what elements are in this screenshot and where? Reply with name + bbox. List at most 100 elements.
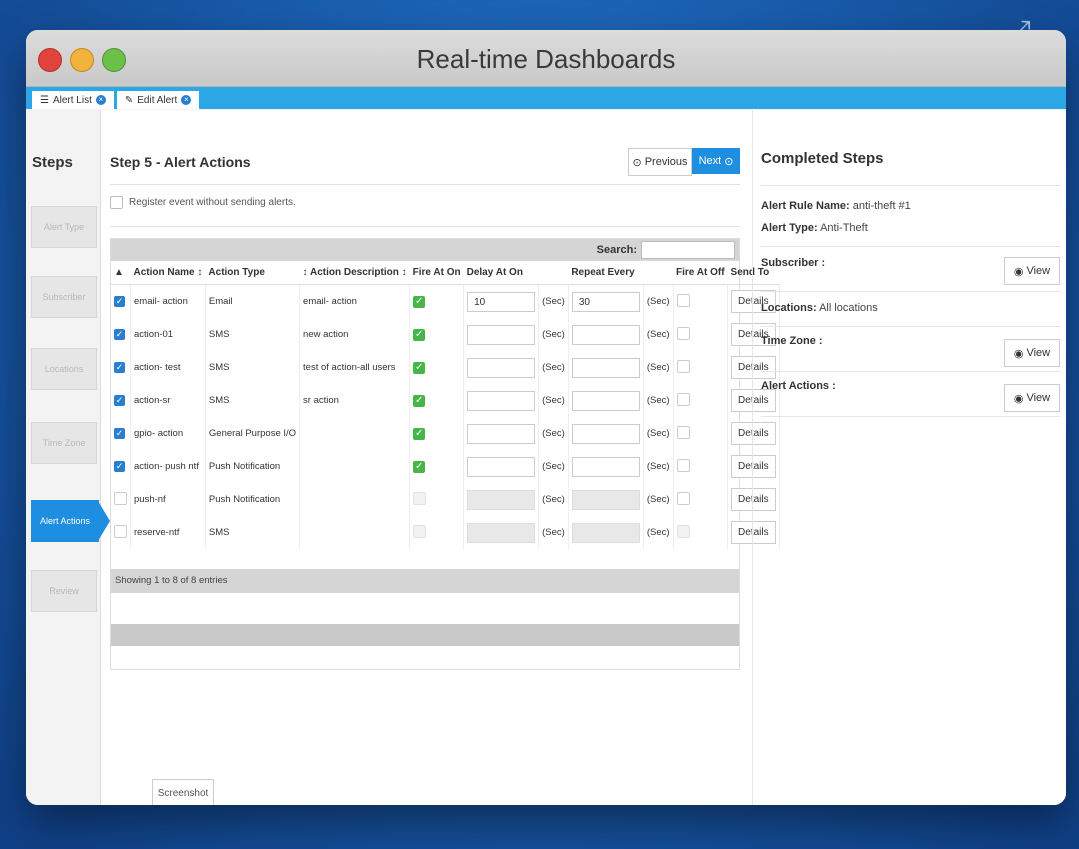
row-select-checkbox[interactable] (114, 491, 127, 505)
repeat-input[interactable] (571, 324, 640, 345)
row-select-checkbox[interactable] (114, 524, 127, 538)
delay-input[interactable] (467, 423, 536, 444)
fire-on-checkbox[interactable]: ✓ (413, 427, 426, 440)
repeat-input[interactable]: 30 (571, 291, 640, 312)
repeat-input[interactable] (571, 390, 640, 411)
sec-unit: (Sec) (538, 384, 569, 417)
main-panel: Step 5 - Alert Actions ⊙ Previous Next ⊙… (110, 110, 780, 805)
delay-input[interactable] (467, 456, 536, 477)
fire-off-checkbox[interactable] (676, 359, 690, 373)
tab-label: Edit Alert (137, 94, 178, 106)
table-footer-bar (111, 624, 739, 646)
register-option: Register event without sending alerts. (110, 196, 296, 209)
action-type: SMS (205, 516, 301, 549)
action-description (299, 483, 411, 516)
table-row: ✓ gpio- action General Purpose I/O ✓ (Sec) (S… (111, 417, 780, 450)
fire-off-checkbox[interactable] (676, 458, 690, 472)
row-select-checkbox[interactable]: ✓ (114, 296, 125, 307)
action-type: SMS (205, 351, 301, 384)
search-input[interactable] (641, 241, 735, 259)
fire-on-checkbox[interactable]: ✓ (413, 328, 426, 341)
delay-input[interactable] (467, 324, 536, 345)
action-type: Push Notification (205, 483, 301, 516)
tab-edit-alert[interactable]: ✎ Edit Alert × (116, 91, 200, 109)
time-zone-view-button[interactable]: ◉ View (1004, 339, 1060, 367)
arrow-left-circle-icon: ⊙ (632, 156, 642, 169)
divider (761, 416, 1060, 417)
action-description: email- action (299, 284, 411, 318)
tab-alert-list[interactable]: ☰ Alert List × (32, 91, 114, 109)
locations-row: Locations: All locations (761, 302, 878, 314)
delay-input[interactable] (467, 357, 536, 378)
repeat-input[interactable] (571, 423, 640, 444)
delay-input[interactable] (467, 390, 536, 411)
table-footer: Showing 1 to 8 of 8 entries (111, 569, 739, 593)
delay-input (467, 489, 536, 510)
action-name: push-nf (130, 483, 206, 516)
title-bar: Real-time Dashboards (26, 30, 1066, 87)
divider (761, 326, 1060, 327)
repeat-input[interactable] (571, 456, 640, 477)
column-header[interactable]: Action Name ↕ (130, 261, 206, 285)
search-bar: Search: (111, 239, 739, 261)
row-select-checkbox[interactable]: ✓ (114, 461, 125, 472)
action-name: reserve-ntf (130, 516, 206, 549)
fire-on-checkbox[interactable]: ✓ (413, 295, 426, 308)
fire-off-checkbox[interactable] (676, 425, 690, 439)
divider (110, 184, 740, 185)
table-row: push-nf Push Notification (Sec) (Sec) Detail… (111, 483, 780, 516)
alert-actions-row: Alert Actions : ◉ View (761, 380, 1066, 412)
time-zone-row: Time Zone : ◉ View (761, 335, 1066, 367)
fire-on-checkbox (413, 524, 427, 538)
edit-icon: ✎ (124, 94, 134, 106)
next-button[interactable]: Next ⊙ (692, 148, 740, 174)
fire-off-checkbox[interactable] (676, 491, 690, 505)
subscriber-view-button[interactable]: ◉ View (1004, 257, 1060, 285)
action-description (299, 516, 411, 549)
sec-unit: (Sec) (538, 284, 569, 318)
row-select-checkbox[interactable]: ✓ (114, 329, 125, 340)
step-alert-type[interactable]: Alert Type (31, 206, 97, 248)
register-checkbox[interactable] (110, 196, 123, 209)
fire-on-checkbox[interactable]: ✓ (413, 361, 426, 374)
row-select-checkbox[interactable]: ✓ (114, 428, 125, 439)
tab-label: Alert List (52, 94, 92, 106)
row-select-checkbox[interactable]: ✓ (114, 395, 125, 406)
step-time-zone[interactable]: Time Zone (31, 422, 97, 464)
action-type: General Purpose I/O (205, 417, 301, 450)
fire-off-checkbox[interactable] (676, 293, 690, 307)
row-select-checkbox[interactable]: ✓ (114, 362, 125, 373)
previous-label: Previous (644, 156, 688, 168)
steps-sidebar: Steps Alert Type Subscriber Locations Ti… (26, 110, 110, 805)
fire-on-checkbox[interactable]: ✓ (413, 394, 426, 407)
actions-table: ▲ Action Name ↕ Action Type ↕ Action Des… (111, 261, 780, 549)
showing-entries-text: Showing 1 to 8 of 8 entries (115, 575, 228, 586)
select-column-header[interactable]: ▲ (111, 261, 131, 285)
table-header-row: ▲ Action Name ↕ Action Type ↕ Action Des… (111, 261, 780, 285)
fire-off-checkbox (676, 524, 690, 538)
fire-off-checkbox[interactable] (676, 392, 690, 406)
screenshot-tab[interactable]: Screenshot (152, 779, 214, 805)
fire-off-checkbox[interactable] (676, 326, 690, 340)
step-locations[interactable]: Locations (31, 348, 97, 390)
action-type: Email (205, 284, 301, 318)
fire-on-checkbox[interactable]: ✓ (413, 460, 426, 473)
previous-button[interactable]: ⊙ Previous (628, 148, 692, 176)
eye-icon: ◉ (1013, 347, 1024, 360)
step-review[interactable]: Review (31, 570, 97, 612)
sec-unit: (Sec) (643, 516, 674, 549)
step-subscriber[interactable]: Subscriber (31, 276, 97, 318)
column-header: Fire At Off (673, 261, 728, 285)
table-row: ✓ action- test SMS test of action-all users… (111, 351, 780, 384)
close-tab-icon[interactable]: × (181, 95, 192, 105)
close-tab-icon[interactable]: × (95, 95, 106, 105)
action-name: action-sr (130, 384, 206, 417)
delay-input[interactable]: 10 (467, 291, 536, 312)
action-name: gpio- action (130, 417, 206, 450)
divider (761, 185, 1060, 186)
step-alert-actions[interactable]: Alert Actions (31, 500, 110, 542)
column-header[interactable]: ↕ Action Description ↕ (299, 261, 410, 285)
alert-actions-view-button[interactable]: ◉ View (1004, 384, 1060, 412)
column-header[interactable]: Action Type (205, 261, 300, 285)
repeat-input[interactable] (571, 357, 640, 378)
